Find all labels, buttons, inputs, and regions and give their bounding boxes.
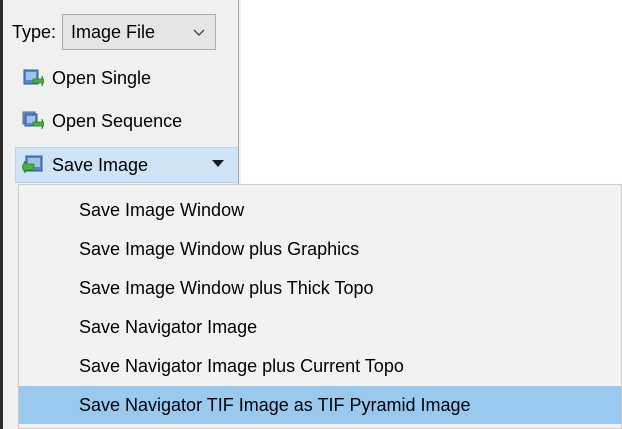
menu-item-save-navigator-image[interactable]: Save Navigator Image xyxy=(19,308,621,346)
menu-item-label: Save Navigator Image xyxy=(79,316,258,337)
menu-item-save-navigator-tif-pyramid[interactable]: Save Navigator TIF Image as TIF Pyramid … xyxy=(19,386,621,424)
open-sequence-button[interactable]: Open Sequence xyxy=(18,103,186,139)
save-image-button[interactable]: Save Image xyxy=(15,147,239,183)
menu-item-save-navigator-image-topo[interactable]: Save Navigator Image plus Current Topo xyxy=(19,347,621,385)
chevron-down-icon xyxy=(193,29,205,36)
open-single-label: Open Single xyxy=(52,67,152,88)
menu-item-save-image-window-thick-topo[interactable]: Save Image Window plus Thick Topo xyxy=(19,269,621,307)
menu-item-label: Save Navigator TIF Image as TIF Pyramid … xyxy=(79,394,471,415)
type-select-value: Image File xyxy=(71,21,156,42)
save-image-icon xyxy=(22,155,43,174)
open-sequence-icon xyxy=(22,111,44,130)
open-single-button[interactable]: Open Single xyxy=(18,60,155,96)
menu-item-label: Save Navigator Image plus Current Topo xyxy=(79,355,404,376)
menu-item-label: Save Image Window xyxy=(79,199,245,220)
menu-item-label: Save Image Window plus Graphics xyxy=(79,238,360,259)
open-file-icon xyxy=(23,69,44,87)
type-row: Type: Image File xyxy=(12,13,217,51)
type-label: Type: xyxy=(12,21,57,42)
app-window: Type: Image File Open Single Open Sequen… xyxy=(0,0,622,429)
save-image-label: Save Image xyxy=(52,154,149,175)
panel-divider xyxy=(238,0,239,200)
menu-item-save-image-window-graphics[interactable]: Save Image Window plus Graphics xyxy=(19,230,621,268)
caret-down-icon[interactable] xyxy=(212,160,224,167)
menu-item-save-image-window[interactable]: Save Image Window xyxy=(19,191,621,229)
type-select[interactable]: Image File xyxy=(62,14,217,50)
menu-item-label: Save Image Window plus Thick Topo xyxy=(79,277,374,298)
open-sequence-label: Open Sequence xyxy=(52,110,183,131)
save-image-menu: Save Image Window Save Image Window plus… xyxy=(18,184,622,429)
